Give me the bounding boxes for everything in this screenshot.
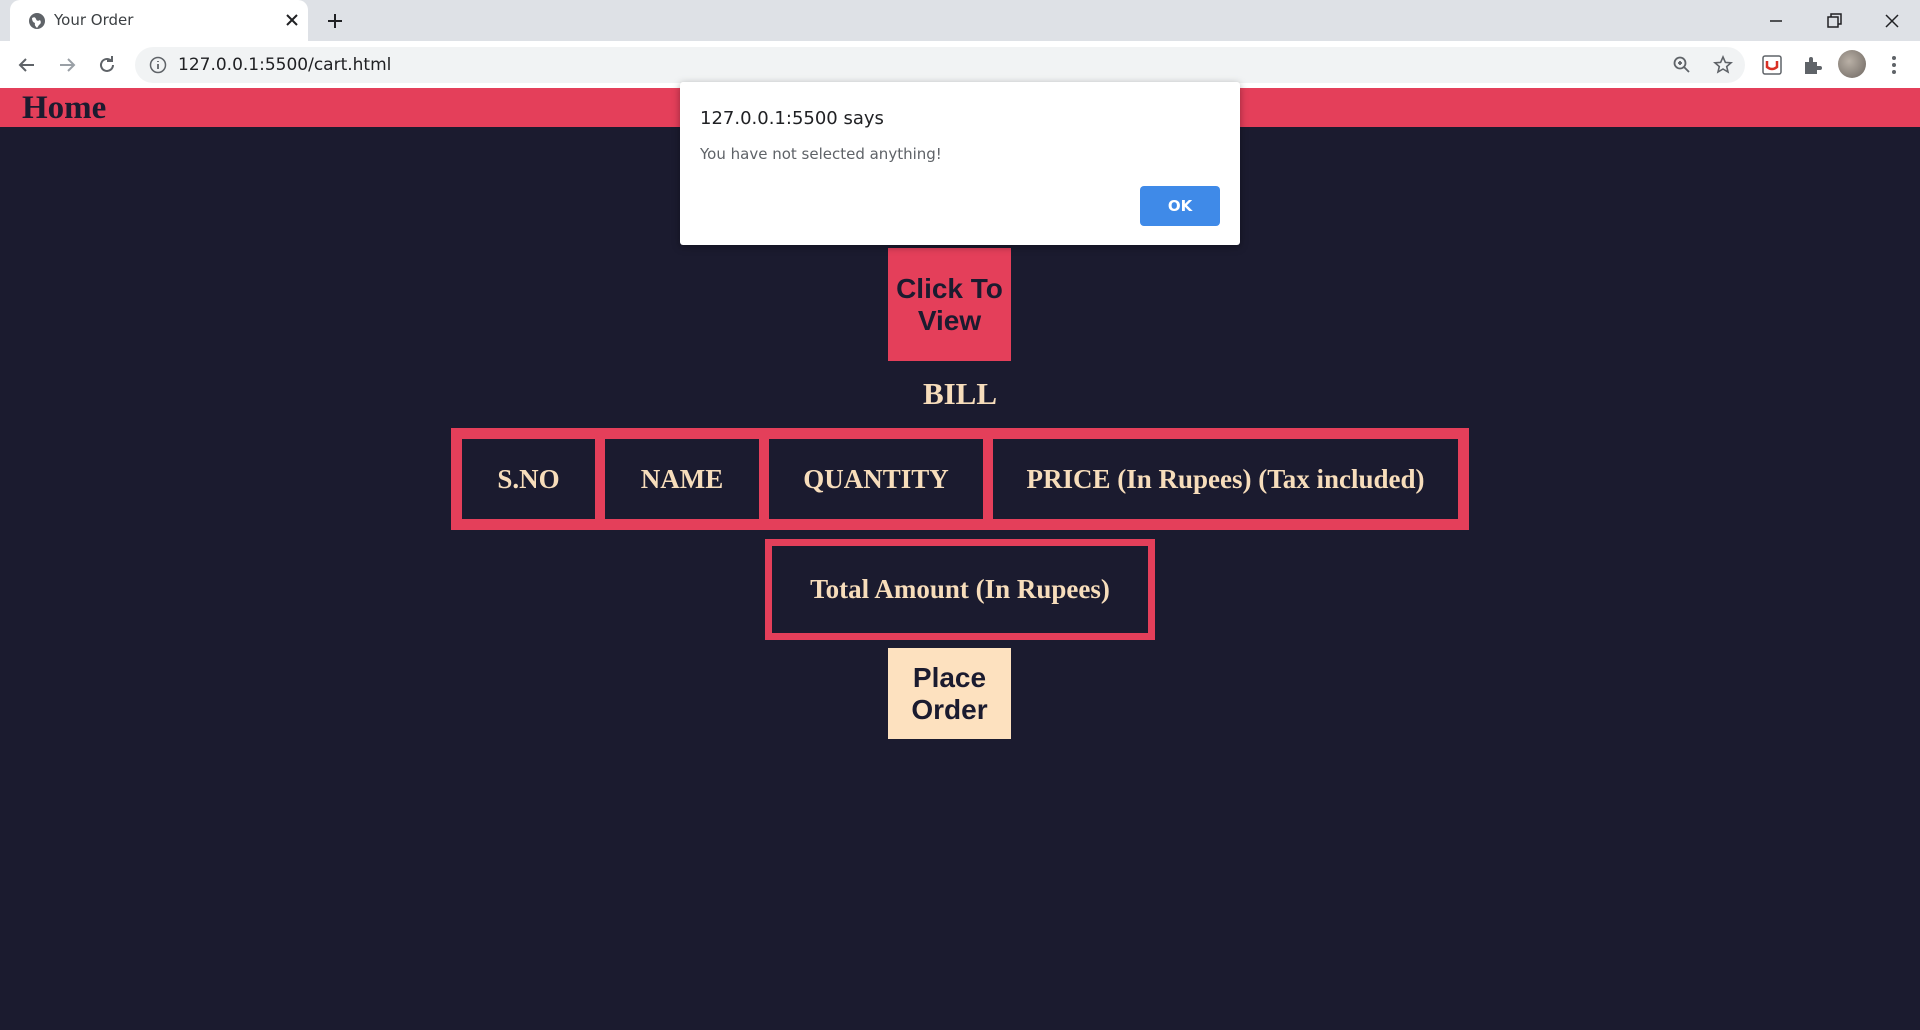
home-link[interactable]: Home	[22, 90, 106, 127]
url-text: 127.0.0.1:5500/cart.html	[178, 55, 392, 75]
alert-message: You have not selected anything!	[700, 145, 942, 163]
header-name: NAME	[600, 434, 764, 524]
menu-icon[interactable]	[1882, 53, 1906, 77]
close-icon[interactable]	[284, 12, 300, 28]
address-bar[interactable]: 127.0.0.1:5500/cart.html	[135, 47, 1745, 83]
info-icon[interactable]	[149, 56, 167, 74]
header-quantity: QUANTITY	[764, 434, 988, 524]
zoom-icon[interactable]	[1672, 55, 1692, 75]
header-price: PRICE (In Rupees) (Tax included)	[988, 434, 1463, 524]
reload-icon[interactable]	[95, 53, 119, 77]
ok-button[interactable]: OK	[1140, 186, 1220, 226]
total-table: Total Amount (In Rupees)	[765, 539, 1155, 640]
total-amount-label: Total Amount (In Rupees)	[810, 574, 1110, 604]
close-window-icon[interactable]	[1880, 9, 1904, 33]
extension-icon[interactable]	[1760, 53, 1784, 77]
restore-icon[interactable]	[1822, 9, 1846, 33]
header-sno: S.NO	[457, 434, 600, 524]
plus-icon[interactable]	[325, 11, 345, 31]
back-icon[interactable]	[15, 53, 39, 77]
minimize-icon[interactable]	[1764, 9, 1788, 33]
tab-title: Your Order	[54, 11, 134, 29]
forward-icon[interactable]	[55, 53, 79, 77]
avatar[interactable]	[1838, 50, 1866, 78]
bill-heading: BILL	[922, 376, 998, 411]
bill-table: S.NO NAME QUANTITY PRICE (In Rupees) (Ta…	[451, 428, 1469, 530]
alert-origin: 127.0.0.1:5500 says	[700, 108, 884, 129]
puzzle-icon[interactable]	[1800, 53, 1824, 77]
star-icon[interactable]	[1713, 55, 1733, 75]
globe-icon	[29, 13, 45, 29]
click-to-view-button[interactable]: Click To View	[888, 248, 1011, 361]
browser-tab[interactable]: Your Order	[10, 0, 308, 41]
alert-dialog: 127.0.0.1:5500 says You have not selecte…	[680, 82, 1240, 245]
tab-strip: Your Order	[0, 0, 1920, 41]
place-order-button[interactable]: Place Order	[888, 648, 1011, 739]
